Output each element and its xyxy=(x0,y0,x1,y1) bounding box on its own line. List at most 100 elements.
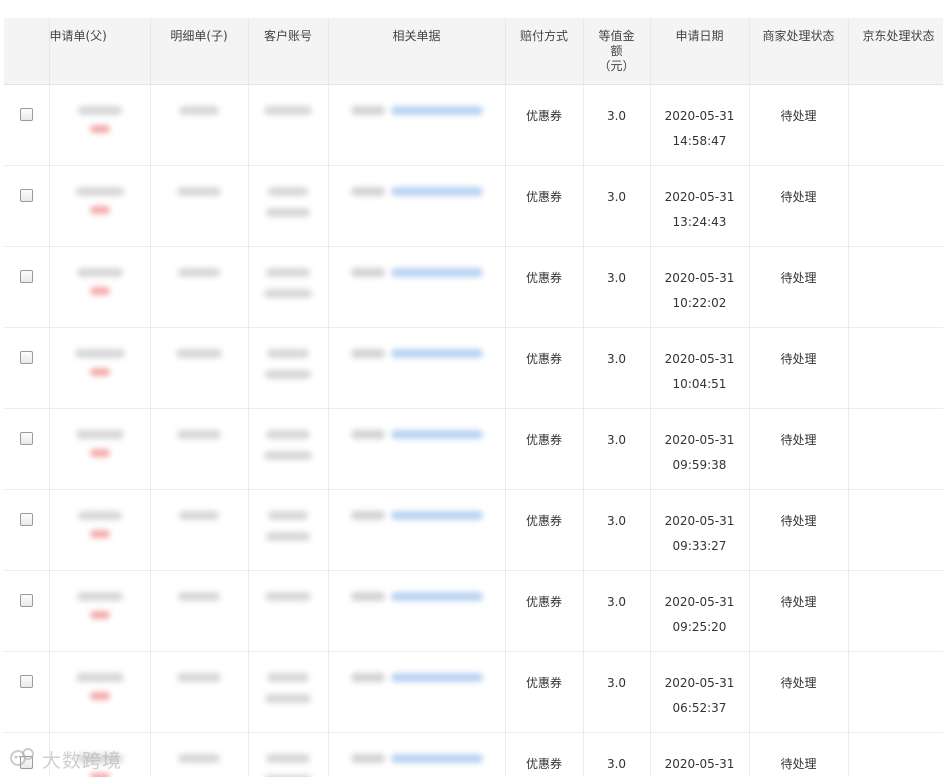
table-header-row: 申请单(父) 明细单(子) 客户账号 相关单据 赔付方式 等值金 额 （元） 申… xyxy=(4,18,943,85)
merchant-status-cell: 待处理 xyxy=(749,732,849,777)
header-amount-line-3: （元） xyxy=(598,59,635,73)
redacted-child-id xyxy=(177,186,221,196)
amount-cell: 3.0 xyxy=(583,327,651,409)
apply-time: 14:58:47 xyxy=(672,133,727,148)
amount-cell: 3.0 xyxy=(583,84,651,166)
apply-date: 2020-05-31 xyxy=(664,351,735,366)
row-select-cell xyxy=(4,732,50,777)
redacted-parent-id xyxy=(75,429,124,439)
customer-account-cell xyxy=(248,570,329,652)
redacted-parent-id xyxy=(77,105,122,115)
apply-date-cell: 2020-05-31 xyxy=(650,732,750,777)
row-checkbox[interactable] xyxy=(19,755,33,769)
redacted-doc-link[interactable] xyxy=(390,105,483,115)
table-row: 优惠券 3.0 2020-05-31 09:33:27 待处理 xyxy=(4,489,943,571)
redacted-red-tag xyxy=(89,529,110,538)
related-docs-cell xyxy=(328,246,506,328)
redacted-doc-link[interactable] xyxy=(390,186,483,196)
table-row: 优惠券 3.0 2020-05-31 14:58:47 待处理 xyxy=(4,84,943,166)
customer-account-cell xyxy=(248,408,329,490)
row-select-cell xyxy=(4,165,50,247)
row-checkbox[interactable] xyxy=(19,107,33,121)
redacted-doc-link[interactable] xyxy=(390,753,483,763)
jd-status-cell xyxy=(848,651,943,733)
redacted-doc-type xyxy=(350,591,385,601)
apply-time: 09:33:27 xyxy=(672,538,727,553)
related-docs-cell xyxy=(328,570,506,652)
customer-account-cell xyxy=(248,489,329,571)
row-checkbox[interactable] xyxy=(19,269,33,283)
row-checkbox[interactable] xyxy=(19,350,33,364)
jd-status-cell xyxy=(848,246,943,328)
apply-date-cell: 2020-05-31 14:58:47 xyxy=(650,84,750,166)
redacted-parent-id xyxy=(77,510,122,520)
amount-cell: 3.0 xyxy=(583,246,651,328)
redacted-doc-link[interactable] xyxy=(390,672,483,682)
header-child-order: 明细单(子) xyxy=(150,18,249,85)
row-checkbox[interactable] xyxy=(19,674,33,688)
apply-date-cell: 2020-05-31 06:52:37 xyxy=(650,651,750,733)
parent-order-cell xyxy=(49,489,151,571)
redacted-account xyxy=(266,753,310,763)
header-apply-date: 申请日期 xyxy=(650,18,750,85)
table-row: 优惠券 3.0 2020-05-31 06:52:37 待处理 xyxy=(4,651,943,733)
table-row: 优惠券 3.0 2020-05-31 09:25:20 待处理 xyxy=(4,570,943,652)
apply-time: 10:22:02 xyxy=(672,295,727,310)
row-checkbox[interactable] xyxy=(19,512,33,526)
table-row: 优惠券 3.0 2020-05-31 09:59:38 待处理 xyxy=(4,408,943,490)
redacted-doc-type xyxy=(350,186,385,196)
redacted-child-id xyxy=(176,348,222,358)
redacted-doc-link[interactable] xyxy=(390,510,483,520)
merchant-status-cell: 待处理 xyxy=(749,246,849,328)
customer-account-cell xyxy=(248,84,329,166)
parent-order-cell xyxy=(49,570,151,652)
merchant-status-cell: 待处理 xyxy=(749,84,849,166)
redacted-doc-type xyxy=(350,753,385,763)
row-select-cell xyxy=(4,570,50,652)
header-amount-line-2: 额 xyxy=(610,44,623,58)
jd-status-cell xyxy=(848,489,943,571)
apply-time: 09:59:38 xyxy=(672,457,727,472)
child-order-cell xyxy=(150,570,249,652)
apply-date-cell: 2020-05-31 13:24:43 xyxy=(650,165,750,247)
redacted-doc-link[interactable] xyxy=(390,348,483,358)
redacted-account xyxy=(265,591,311,601)
redacted-doc-link[interactable] xyxy=(390,267,483,277)
apply-date: 2020-05-31 xyxy=(664,432,735,447)
redacted-account-line-2 xyxy=(264,288,312,298)
apply-date-cell: 2020-05-31 10:22:02 xyxy=(650,246,750,328)
child-order-cell xyxy=(150,732,249,777)
redacted-account-line-2 xyxy=(266,207,310,217)
child-order-cell xyxy=(150,165,249,247)
pay-method-cell: 优惠券 xyxy=(505,327,584,409)
redacted-parent-id xyxy=(76,753,123,763)
redacted-doc-link[interactable] xyxy=(390,591,483,601)
header-jd-status: 京东处理状态 xyxy=(848,18,943,85)
header-customer-account: 客户账号 xyxy=(248,18,329,85)
parent-order-cell xyxy=(49,408,151,490)
apply-date: 2020-05-31 xyxy=(664,270,735,285)
apply-time: 09:25:20 xyxy=(672,619,727,634)
row-checkbox[interactable] xyxy=(19,188,33,202)
redacted-doc-link[interactable] xyxy=(390,429,483,439)
redacted-red-tag xyxy=(89,124,110,133)
merchant-status-cell: 待处理 xyxy=(749,165,849,247)
pay-method-cell: 优惠券 xyxy=(505,246,584,328)
table-row: 优惠券 3.0 2020-05-31 10:04:51 待处理 xyxy=(4,327,943,409)
amount-cell: 3.0 xyxy=(583,489,651,571)
related-docs-cell xyxy=(328,165,506,247)
claims-list-screen: 申请单(父) 明细单(子) 客户账号 相关单据 赔付方式 等值金 额 （元） 申… xyxy=(0,0,943,777)
redacted-account xyxy=(268,186,308,196)
row-select-cell xyxy=(4,651,50,733)
row-checkbox[interactable] xyxy=(19,593,33,607)
redacted-account xyxy=(267,672,309,682)
row-checkbox[interactable] xyxy=(19,431,33,445)
header-parent-order: 申请单(父) xyxy=(49,18,151,85)
amount-cell: 3.0 xyxy=(583,165,651,247)
apply-date: 2020-05-31 xyxy=(664,594,735,609)
redacted-doc-type xyxy=(350,672,385,682)
apply-date: 2020-05-31 xyxy=(664,513,735,528)
header-related-docs: 相关单据 xyxy=(328,18,506,85)
redacted-account-line-2 xyxy=(266,531,310,541)
related-docs-cell xyxy=(328,489,506,571)
